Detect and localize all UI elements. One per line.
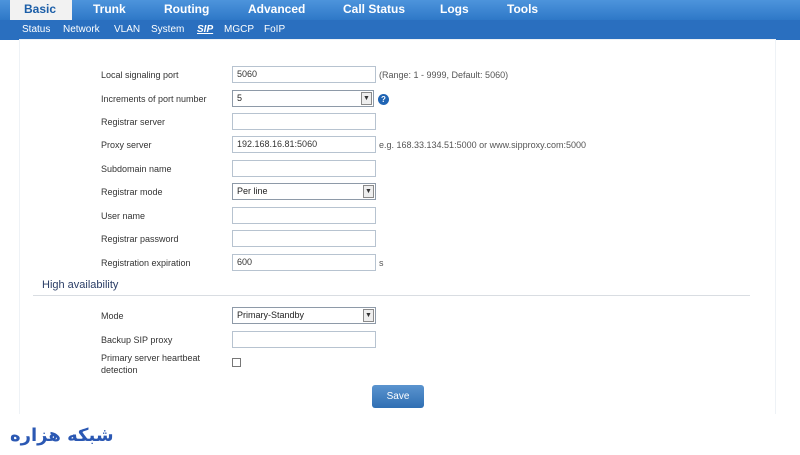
registration-expiration-label: Registration expiration [101,258,191,268]
subnav-mgcp[interactable]: MGCP [224,20,254,40]
registrar-mode-label: Registrar mode [101,187,163,197]
tab-advanced[interactable]: Advanced [248,0,305,20]
registrar-mode-select[interactable]: Per line ▼ [232,183,376,200]
registration-expiration-input[interactable]: 600 [232,254,376,271]
help-icon[interactable]: ? [378,94,389,105]
local-signaling-port-hint: (Range: 1 - 9999, Default: 5060) [379,70,509,80]
increments-port-number-label: Increments of port number [101,94,207,104]
chevron-down-icon: ▼ [361,92,372,105]
subdomain-name-input[interactable] [232,160,376,177]
registrar-server-label: Registrar server [101,117,166,127]
local-signaling-port-label: Local signaling port [101,70,179,80]
tab-trunk[interactable]: Trunk [93,0,126,20]
tab-call-status[interactable]: Call Status [343,0,405,20]
watermark-logo: شبکه هزاره [10,425,114,446]
proxy-server-input[interactable]: 192.168.16.81:5060 [232,136,376,153]
backup-sip-proxy-label: Backup SIP proxy [101,335,173,345]
proxy-server-label: Proxy server [101,140,152,150]
subnav-status[interactable]: Status [22,20,50,40]
subnav-system[interactable]: System [151,20,184,40]
tab-logs[interactable]: Logs [440,0,469,20]
tab-routing[interactable]: Routing [164,0,209,20]
top-nav: Basic Trunk Routing Advanced Call Status… [0,0,800,20]
heartbeat-label-line2: detection [101,365,138,375]
subdomain-name-label: Subdomain name [101,164,172,174]
tab-tools[interactable]: Tools [507,0,538,20]
registrar-server-input[interactable] [232,113,376,130]
registrar-password-label: Registrar password [101,234,179,244]
section-divider [33,295,750,296]
user-name-label: User name [101,211,146,221]
heartbeat-label-line1: Primary server heartbeat [101,353,201,363]
proxy-server-hint: e.g. 168.33.134.51:5000 or www.sipproxy.… [379,140,586,150]
increments-port-number-value: 5 [237,93,243,103]
heartbeat-checkbox[interactable] [232,358,241,367]
backup-sip-proxy-input[interactable] [232,331,376,348]
save-button[interactable]: Save [372,385,424,408]
subnav-network[interactable]: Network [63,20,100,40]
user-name-input[interactable] [232,207,376,224]
mode-select[interactable]: Primary-Standby ▼ [232,307,376,324]
subnav-vlan[interactable]: VLAN [114,20,140,40]
registrar-password-input[interactable] [232,230,376,247]
tab-basic[interactable]: Basic [10,0,73,20]
sub-nav: Status Network VLAN System SIP MGCP FoIP [0,20,800,40]
chevron-down-icon: ▼ [363,185,374,198]
mode-value: Primary-Standby [237,310,305,320]
registrar-mode-value: Per line [237,186,268,196]
high-availability-title: High availability [42,279,119,291]
chevron-down-icon: ▼ [363,309,374,322]
mode-label: Mode [101,311,124,321]
registration-expiration-unit: s [379,258,384,268]
bottom-strip [0,414,800,455]
subnav-sip[interactable]: SIP [197,20,213,40]
subnav-foip[interactable]: FoIP [264,20,285,40]
local-signaling-port-input[interactable]: 5060 [232,66,376,83]
increments-port-number-select[interactable]: 5 ▼ [232,90,374,107]
